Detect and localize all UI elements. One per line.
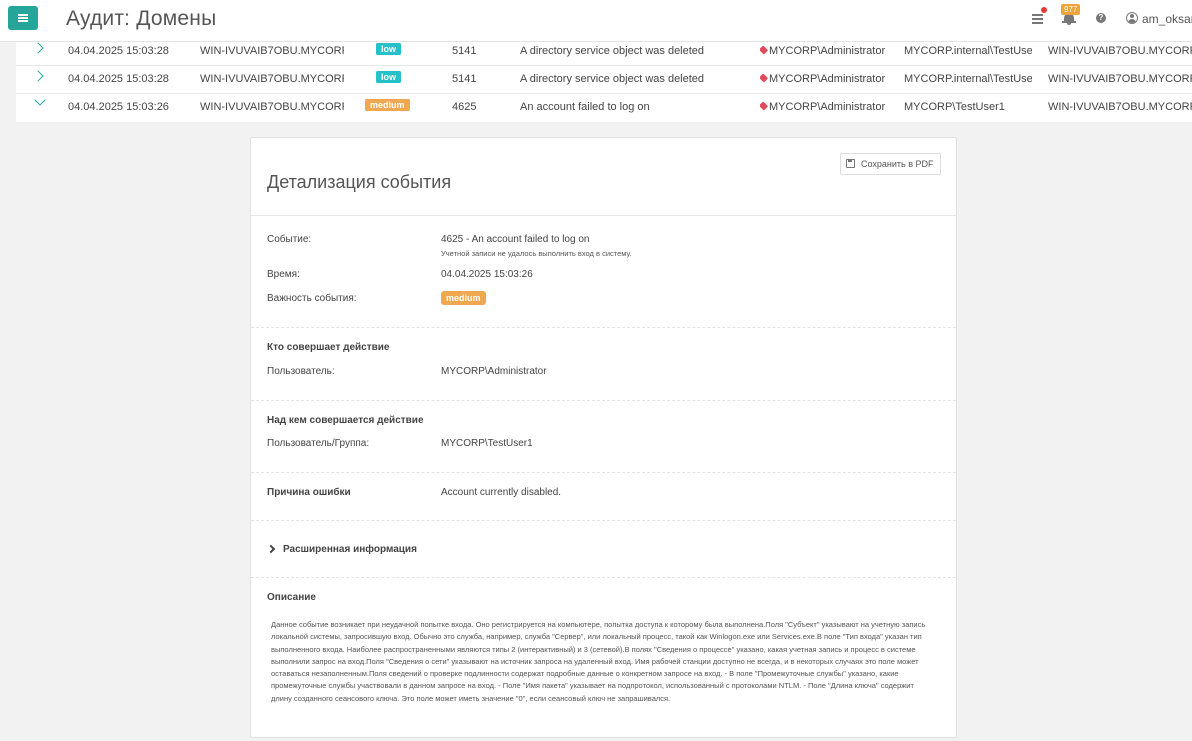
description-title: Описание [267, 592, 316, 603]
target-link[interactable]: MYCORP\TestUser1 [441, 438, 533, 449]
tasks-alert-dot [1041, 7, 1047, 13]
error-reason-value: Account currently disabled. [441, 487, 562, 498]
actor-label: Пользователь: [267, 366, 335, 377]
user-icon[interactable] [1126, 12, 1138, 24]
row-host: WIN-IVUVAIB7OBU.MYCORP.internal [200, 73, 344, 85]
actor-link[interactable]: MYCORP\Administrator [441, 366, 547, 377]
error-reason-label: Причина ошибки [267, 487, 351, 498]
row-description: An account failed to log on [520, 101, 650, 113]
row-event-id: 5141 [452, 73, 477, 85]
menu-toggle-button[interactable] [8, 6, 38, 30]
target-section-title: Над кем совершается действие [267, 415, 424, 426]
divider [251, 520, 956, 521]
chevron-right-icon [266, 544, 276, 554]
row-actor-link[interactable]: MYCORP\Administrator [760, 45, 885, 57]
detail-title: Детализация события [267, 172, 452, 192]
event-detail-panel: Сохранить в PDF Детализация события Собы… [250, 137, 957, 738]
page-title: Аудит: Домены [66, 7, 217, 30]
events-table: 04.04.2025 15:03:28 WIN-IVUVAIB7OBU.MYCO… [16, 42, 1192, 122]
top-header: Аудит: Домены 977 ? am_oksana [0, 0, 1192, 42]
severity-badge: medium [441, 291, 486, 305]
table-row[interactable]: 04.04.2025 15:03:28 WIN-IVUVAIB7OBU.MYCO… [16, 42, 1192, 66]
divider [251, 577, 956, 578]
row-event-id: 4625 [452, 101, 477, 113]
username[interactable]: am_oksana [1142, 12, 1192, 26]
severity-label: Важность события: [267, 293, 357, 304]
row-description: A directory service object was deleted [520, 73, 705, 85]
divider [251, 472, 956, 473]
time-value: 04.04.2025 15:03:26 [441, 269, 533, 280]
tag-icon [760, 45, 769, 55]
row-target-link[interactable]: MYCORP.internal\TestUser [904, 73, 1032, 85]
floppy-disk-icon [846, 159, 855, 168]
event-value: 4625 - An account failed to log on [441, 234, 590, 245]
notifications-count-badge: 977 [1061, 4, 1081, 15]
tag-icon [760, 101, 769, 111]
save-pdf-button[interactable]: Сохранить в PDF [840, 153, 941, 175]
row-description: A directory service object was deleted [520, 45, 705, 57]
row-time: 04.04.2025 15:03:26 [68, 101, 169, 113]
hamburger-icon [18, 14, 28, 22]
collapse-chevron-icon[interactable] [34, 94, 46, 106]
row-actor-link[interactable]: MYCORP\Administrator [760, 101, 885, 113]
row-host: WIN-IVUVAIB7OBU.MYCORP.internal [200, 45, 344, 57]
divider [251, 400, 956, 401]
severity-badge: medium [365, 99, 410, 111]
tag-icon [760, 73, 769, 83]
severity-badge: low [376, 43, 401, 55]
row-actor-link[interactable]: MYCORP\Administrator [760, 73, 885, 85]
severity-badge: low [376, 71, 401, 83]
expand-chevron-icon[interactable] [32, 42, 44, 54]
extended-info-toggle[interactable]: Расширенная информация [266, 543, 417, 555]
row-time: 04.04.2025 15:03:28 [68, 73, 169, 85]
row-source: WIN-IVUVAIB7OBU.MYCORP [1048, 45, 1192, 57]
target-label: Пользователь/Группа: [267, 438, 370, 449]
time-label: Время: [267, 269, 300, 280]
actor-section-title: Кто совершает действие [267, 342, 390, 353]
table-row-expanded[interactable]: 04.04.2025 15:03:26 WIN-IVUVAIB7OBU.MYCO… [16, 94, 1192, 122]
row-target-link[interactable]: MYCORP\TestUser1 [904, 101, 1032, 113]
divider [251, 327, 956, 328]
event-label: Событие: [267, 234, 312, 245]
event-subtitle: Учетной записи не удалось выполнить вход… [441, 249, 632, 258]
row-source: WIN-IVUVAIB7OBU.MYCORP [1048, 73, 1192, 85]
help-icon[interactable]: ? [1096, 13, 1106, 23]
row-event-id: 5141 [452, 45, 477, 57]
description-text: Данное событие возникает при неудачной п… [271, 620, 926, 703]
expand-chevron-icon[interactable] [32, 70, 44, 82]
table-row[interactable]: 04.04.2025 15:03:28 WIN-IVUVAIB7OBU.MYCO… [16, 66, 1192, 94]
divider [251, 215, 956, 216]
row-source: WIN-IVUVAIB7OBU.MYCORP [1048, 101, 1192, 113]
row-host: WIN-IVUVAIB7OBU.MYCORP.internal [200, 101, 344, 113]
row-time: 04.04.2025 15:03:28 [68, 45, 169, 57]
tasks-icon[interactable] [1031, 7, 1047, 26]
row-target-link[interactable]: MYCORP.internal\TestUser [904, 45, 1032, 57]
